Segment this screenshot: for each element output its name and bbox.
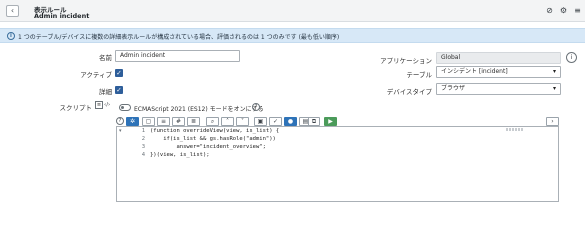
replace-icon[interactable]: ≣ xyxy=(187,117,200,126)
device-type-select[interactable]: ブラウザ ▾ xyxy=(436,83,561,95)
code-line[interactable]: })(view, is_list); xyxy=(150,152,210,158)
down-icon[interactable]: ˅ xyxy=(236,117,249,126)
code-line[interactable]: (function overrideView(view, is_list) { xyxy=(150,128,279,134)
active-checkbox[interactable]: ✓ xyxy=(115,69,123,77)
es12-toggle-text: ECMAScript 2021 (ES12) モードをオンにする xyxy=(134,106,264,113)
line-number: 4 xyxy=(141,152,145,158)
es12-toggle[interactable] xyxy=(119,104,131,111)
chevron-left-icon: ‹ xyxy=(10,6,15,15)
device-type-label: デバイスタイプ xyxy=(386,88,432,96)
help-icon[interactable]: ? xyxy=(252,103,260,111)
settings-sliders-icon[interactable]: ⚙ xyxy=(559,6,568,15)
table-label: テーブル xyxy=(406,71,432,79)
fold-icon[interactable]: ▾ xyxy=(119,128,122,134)
application-label: アプリケーション xyxy=(380,57,432,65)
chevron-down-icon: ▾ xyxy=(552,85,556,92)
line-number: 1 xyxy=(141,128,145,134)
code-line[interactable]: if(is_list && gs.hasRole("admin")) xyxy=(150,136,276,142)
comment-icon[interactable]: ▢ xyxy=(142,117,155,126)
paperclip-icon[interactable]: ⊘ xyxy=(545,6,554,15)
up-icon[interactable]: ˄ xyxy=(221,117,234,126)
test-icon[interactable]: ⧉ xyxy=(308,117,320,126)
script-label: スクリプト xyxy=(59,104,93,112)
form-header: ‹ 表示ルール Admin incident ⊘ ⚙ ≡ xyxy=(0,0,585,22)
details-checkbox[interactable]: ✓ xyxy=(115,86,123,94)
banner-text: 1 つのテーブル/デバイスに複数の詳細表示ルールが構成されている場合、評価される… xyxy=(18,34,340,41)
active-label: アクティブ xyxy=(80,71,112,79)
name-field[interactable]: Admin incident xyxy=(115,50,240,62)
info-banner: i 1 つのテーブル/デバイスに複数の詳細表示ルールが構成されている場合、評価さ… xyxy=(0,28,585,43)
details-label: 詳細 xyxy=(99,88,112,96)
info-icon[interactable]: i xyxy=(566,52,577,63)
search-icon[interactable]: ⌕ xyxy=(206,117,219,126)
device-type-value: ブラウザ xyxy=(441,85,466,92)
application-field: Global xyxy=(436,52,561,64)
toggle-comment-icon[interactable]: # xyxy=(172,117,185,126)
syntax-check-icon[interactable]: ▣ xyxy=(254,117,267,126)
script-editor[interactable]: ▾ 1 2 3 4 (function overrideView(view, i… xyxy=(116,126,559,202)
chevron-down-icon: ▾ xyxy=(552,68,556,75)
line-number: 2 xyxy=(141,136,145,142)
script-include-icon[interactable]: ✲ xyxy=(126,117,139,126)
debug-icon[interactable]: ✓ xyxy=(269,117,282,126)
table-select-value: インシデント [incident] xyxy=(441,68,508,75)
table-select[interactable]: インシデント [incident] ▾ xyxy=(436,66,561,78)
format-icon[interactable]: ≡ xyxy=(157,117,170,126)
back-button[interactable]: ‹ xyxy=(6,5,19,17)
more-menu-icon[interactable]: ≡ xyxy=(573,6,582,15)
line-number: 3 xyxy=(141,144,145,150)
toggle-knob xyxy=(121,106,124,109)
name-label: 名前 xyxy=(99,54,112,62)
editor-help-icon[interactable]: ? xyxy=(116,117,124,125)
code-icon[interactable]: ‹/› xyxy=(104,102,110,108)
run-icon[interactable]: ▶ xyxy=(324,117,337,126)
info-icon: i xyxy=(7,32,15,40)
code-line[interactable]: answer="incident_overview"; xyxy=(150,144,265,150)
minimap xyxy=(506,128,524,131)
document-icon[interactable]: ≡ xyxy=(95,101,103,109)
record-name: Admin incident xyxy=(34,12,90,20)
expand-right-icon[interactable]: › xyxy=(546,117,559,126)
save-icon[interactable]: ● xyxy=(284,117,297,126)
